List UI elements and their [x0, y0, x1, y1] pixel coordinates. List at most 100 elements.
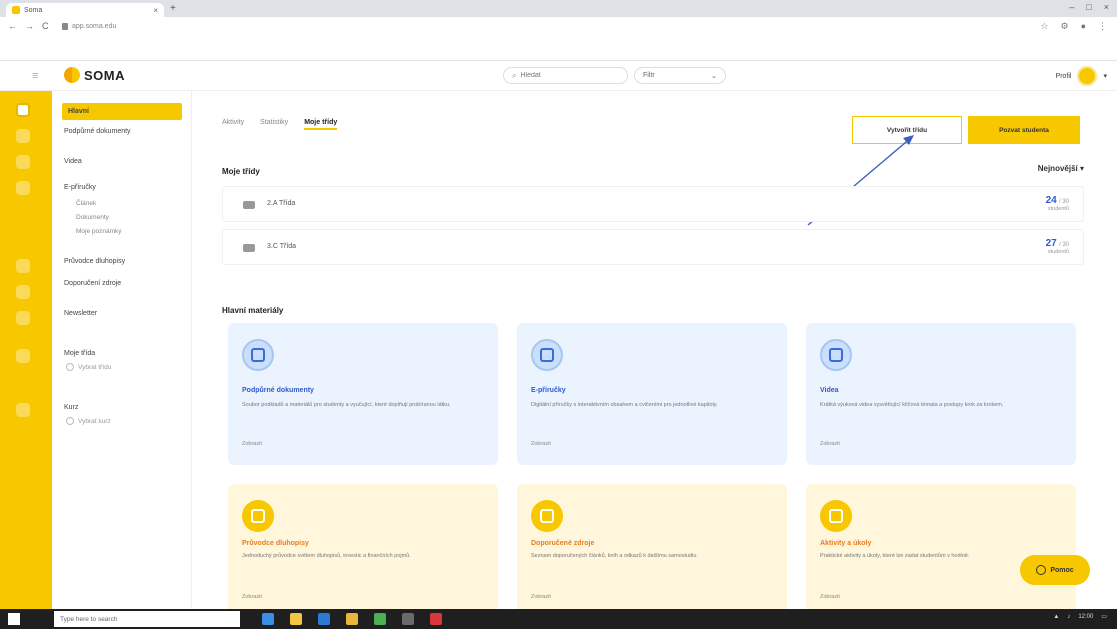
- sidebar-subitem[interactable]: Dokumenty: [76, 213, 191, 222]
- explorer-icon[interactable]: [290, 613, 302, 625]
- browser-extensions: ☆ ⚙ ● ⋮: [1040, 21, 1107, 32]
- sidebar-subitem[interactable]: Článek: [76, 199, 191, 208]
- maximize-button[interactable]: □: [1086, 2, 1091, 12]
- windows-start-icon[interactable]: [8, 613, 20, 625]
- video-icon: [820, 339, 852, 371]
- book-icon[interactable]: [16, 181, 30, 195]
- minimize-button[interactable]: –: [1069, 2, 1074, 12]
- card-ebooks[interactable]: E-příručky Digitální příručky s interakt…: [517, 323, 787, 465]
- search-box[interactable]: ⌕: [503, 67, 628, 84]
- search-doc-icon: [531, 500, 563, 532]
- new-tab-button[interactable]: +: [170, 3, 176, 14]
- user-name: Profil: [1055, 72, 1072, 80]
- filter-label: Filtr: [643, 72, 655, 79]
- filter-dropdown[interactable]: Filtr ⌄: [634, 67, 726, 84]
- chevron-down-icon: ⌄: [711, 72, 717, 80]
- browser-tab[interactable]: Soma ×: [6, 3, 164, 17]
- document-icon[interactable]: [16, 129, 30, 143]
- link-icon[interactable]: [16, 285, 30, 299]
- tab-title: Soma: [24, 6, 43, 14]
- reload-button[interactable]: C: [42, 21, 49, 31]
- volume-icon[interactable]: ♪: [1067, 614, 1070, 620]
- radio-icon: [66, 363, 74, 371]
- home-icon[interactable]: [16, 103, 30, 117]
- card-activities[interactable]: Aktivity a úkoly Praktické aktivity a úk…: [806, 484, 1076, 609]
- card-resources[interactable]: Doporučené zdroje Seznam doporučených čl…: [517, 484, 787, 609]
- edge-icon[interactable]: [318, 613, 330, 625]
- notification-icon[interactable]: ▭: [1101, 613, 1107, 620]
- chrome-icon[interactable]: [374, 613, 386, 625]
- sidebar-item-videos[interactable]: Videa: [64, 157, 179, 166]
- hamburger-icon[interactable]: ≡: [32, 70, 38, 82]
- extension-icon[interactable]: ⚙: [1060, 21, 1068, 32]
- network-icon[interactable]: ▲: [1053, 614, 1059, 620]
- sidebar-item-resources[interactable]: Doporučení zdroje: [64, 279, 179, 288]
- favicon-icon: [12, 6, 20, 14]
- sidebar-item-documents[interactable]: Podpůrné dokumenty: [64, 127, 179, 136]
- url-field[interactable]: app.soma.edu: [62, 20, 962, 32]
- sidebar-item-home[interactable]: Hlavní: [62, 103, 182, 120]
- url-text: app.soma.edu: [72, 22, 117, 30]
- search-input[interactable]: [520, 72, 611, 79]
- guide-icon: [242, 500, 274, 532]
- sidebar-item-bonds[interactable]: Průvodce dluhopisy: [64, 257, 179, 266]
- table-row[interactable]: 2.A Třída 24 / 30 studentů: [222, 186, 1084, 222]
- sidebar-item-ebooks[interactable]: E-příručky: [64, 183, 179, 192]
- tab-close-icon[interactable]: ×: [153, 6, 158, 15]
- content-tabs: Aktivity Statistiky Moje třídy: [222, 119, 338, 130]
- app-header: ≡ SOMA ⌕ Filtr ⌄ Profil ▾: [0, 61, 1117, 91]
- user-menu[interactable]: Profil ▾: [1056, 66, 1107, 86]
- class-icon: [243, 201, 255, 209]
- app-icon[interactable]: [402, 613, 414, 625]
- sidebar-class-title: Moje třída: [64, 350, 96, 357]
- logo[interactable]: SOMA: [64, 67, 125, 83]
- course-icon[interactable]: [16, 403, 30, 417]
- chart-icon[interactable]: [16, 259, 30, 273]
- tab-activities[interactable]: Aktivity: [222, 119, 244, 130]
- taskbar-apps: [262, 613, 442, 625]
- card-bonds[interactable]: Průvodce dluhopisy Jednoduchý průvodce s…: [228, 484, 498, 609]
- browser-tabbar: Soma × + – □ ×: [0, 0, 1117, 17]
- clock[interactable]: 12:00: [1078, 614, 1093, 620]
- system-tray: ▲ ♪ 12:00 ▭: [1053, 613, 1107, 621]
- sort-dropdown[interactable]: Nejnovější ▾: [1038, 164, 1084, 173]
- taskbar-search[interactable]: Type here to search: [54, 611, 240, 627]
- mail-icon[interactable]: [16, 311, 30, 325]
- taskview-icon[interactable]: [262, 613, 274, 625]
- radio-icon: [66, 417, 74, 425]
- logo-icon: [64, 67, 80, 83]
- tab-my-classes[interactable]: Moje třídy: [304, 119, 338, 130]
- app-icon-red[interactable]: [430, 613, 442, 625]
- lock-icon: [62, 22, 68, 30]
- table-row[interactable]: 3.C Třída 27 / 30 studentů: [222, 229, 1084, 265]
- help-icon: [1036, 565, 1047, 575]
- forward-button[interactable]: →: [25, 21, 34, 31]
- window-controls: – □ ×: [1069, 2, 1109, 12]
- card-videos[interactable]: Videa Krátká výuková videa vysvětlující …: [806, 323, 1076, 465]
- class-select[interactable]: Vybrat třídu: [66, 363, 111, 371]
- tab-stats[interactable]: Statistiky: [260, 119, 288, 130]
- video-icon[interactable]: [16, 155, 30, 169]
- folder-icon[interactable]: [346, 613, 358, 625]
- class-icon[interactable]: [16, 349, 30, 363]
- invite-student-button[interactable]: Pozvat studenta: [968, 116, 1080, 144]
- star-icon[interactable]: ☆: [1040, 21, 1048, 32]
- profile-icon[interactable]: ●: [1081, 21, 1086, 32]
- avatar[interactable]: [1077, 66, 1098, 86]
- document-icon: [242, 339, 274, 371]
- address-bar: ← → C app.soma.edu ☆ ⚙ ● ⋮: [0, 17, 1117, 61]
- class-icon: [243, 244, 255, 252]
- close-window-button[interactable]: ×: [1104, 2, 1109, 12]
- sidebar-subitem[interactable]: Moje poznámky: [76, 227, 191, 236]
- card-documents[interactable]: Podpůrné dokumenty Soubor podkladů a mat…: [228, 323, 498, 465]
- course-select[interactable]: Vybrat kurz: [66, 417, 111, 425]
- section-my-classes-title: Moje třídy: [222, 167, 260, 176]
- user-caret-icon: ▾: [1103, 73, 1107, 80]
- section-materials-title: Hlavní materiály: [222, 306, 284, 315]
- search-icon: ⌕: [512, 70, 517, 80]
- back-button[interactable]: ←: [8, 21, 17, 31]
- main-content: Aktivity Statistiky Moje třídy Vytvořit …: [192, 91, 1117, 609]
- menu-icon[interactable]: ⋮: [1098, 21, 1107, 32]
- help-button[interactable]: Pomoc: [1020, 555, 1090, 585]
- sidebar-item-newsletter[interactable]: Newsletter: [64, 309, 179, 318]
